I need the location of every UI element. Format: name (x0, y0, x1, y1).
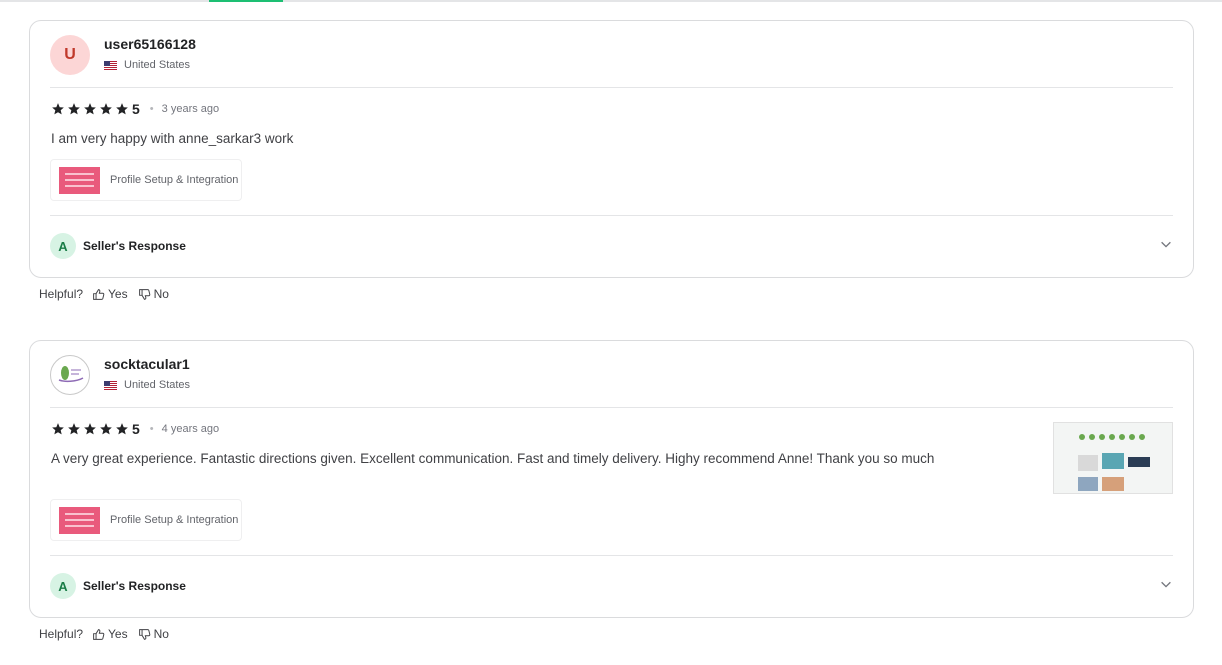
seller-response-label: Seller's Response (83, 239, 186, 253)
seller-response-toggle[interactable]: A Seller's Response (50, 233, 186, 259)
helpful-row: Helpful? Yes No (39, 287, 179, 301)
avatar: U (50, 35, 90, 75)
review-image (1054, 423, 1172, 493)
star-icon (68, 423, 80, 435)
helpful-label: Helpful? (39, 287, 84, 301)
star-icon (68, 103, 80, 115)
thumbs-up-icon (93, 288, 105, 300)
star-icon (52, 103, 64, 115)
rating-row: 5 • 3 years ago (51, 101, 219, 117)
gig-chip[interactable]: Profile Setup & Integration (50, 159, 242, 201)
review-image-thumbnail[interactable] (1053, 422, 1173, 494)
seller-avatar: A (50, 233, 76, 259)
divider (50, 407, 1173, 408)
review-time: 4 years ago (161, 423, 220, 435)
seller-response-label: Seller's Response (83, 579, 186, 593)
star-icon (100, 103, 112, 115)
gig-chip[interactable]: Profile Setup & Integration (50, 499, 242, 541)
no-label: No (153, 287, 169, 301)
review-text: I am very happy with anne_sarkar3 work (51, 131, 294, 146)
divider (50, 555, 1173, 556)
gig-title: Profile Setup & Integration (110, 174, 239, 186)
divider (50, 87, 1173, 88)
helpful-no-button[interactable]: No (138, 627, 169, 641)
star-rating (51, 422, 129, 436)
yes-label: Yes (108, 287, 128, 301)
separator-dot: • (149, 103, 154, 115)
helpful-yes-button[interactable]: Yes (92, 287, 128, 301)
rating-score: 5 (132, 101, 140, 117)
helpful-no-button[interactable]: No (138, 287, 169, 301)
star-icon (84, 103, 96, 115)
thumbs-down-icon (138, 288, 150, 300)
tab-underline (0, 0, 1222, 2)
reviewer-logo (58, 366, 84, 383)
chevron-down-icon[interactable] (1159, 237, 1173, 251)
chevron-down-icon[interactable] (1159, 577, 1173, 591)
reviewer-username: socktacular1 (104, 356, 190, 372)
us-flag-icon (104, 60, 117, 70)
reviewer-username: user65166128 (104, 36, 196, 52)
helpful-row: Helpful? Yes No (39, 627, 179, 641)
star-icon (84, 423, 96, 435)
seller-avatar: A (50, 573, 76, 599)
thumbs-down-icon (138, 628, 150, 640)
country-label: United States (124, 379, 191, 391)
rating-score: 5 (132, 421, 140, 437)
reviewer-country: United States (104, 379, 190, 391)
review-time: 3 years ago (161, 103, 220, 115)
star-rating (51, 102, 129, 116)
seller-response-toggle[interactable]: A Seller's Response (50, 573, 186, 599)
avatar (50, 355, 90, 395)
gig-thumbnail (59, 166, 100, 194)
star-icon (52, 423, 64, 435)
separator-dot: • (149, 423, 154, 435)
reviewer-country: United States (104, 59, 190, 71)
country-label: United States (124, 59, 191, 71)
star-icon (116, 423, 128, 435)
active-tab-indicator (209, 0, 283, 2)
helpful-yes-button[interactable]: Yes (92, 627, 128, 641)
star-icon (116, 103, 128, 115)
star-icon (100, 423, 112, 435)
divider (50, 215, 1173, 216)
gig-thumbnail (59, 506, 100, 534)
review-text: A very great experience. Fantastic direc… (51, 451, 935, 466)
rating-row: 5 • 4 years ago (51, 421, 219, 437)
yes-label: Yes (108, 627, 128, 641)
us-flag-icon (104, 380, 117, 390)
review-card: socktacular1 United States 5 • 4 years a… (29, 340, 1194, 618)
no-label: No (153, 627, 169, 641)
thumbs-up-icon (93, 628, 105, 640)
review-card: U user65166128 United States 5 • 3 years… (29, 20, 1194, 278)
gig-title: Profile Setup & Integration (110, 514, 239, 526)
helpful-label: Helpful? (39, 627, 84, 641)
